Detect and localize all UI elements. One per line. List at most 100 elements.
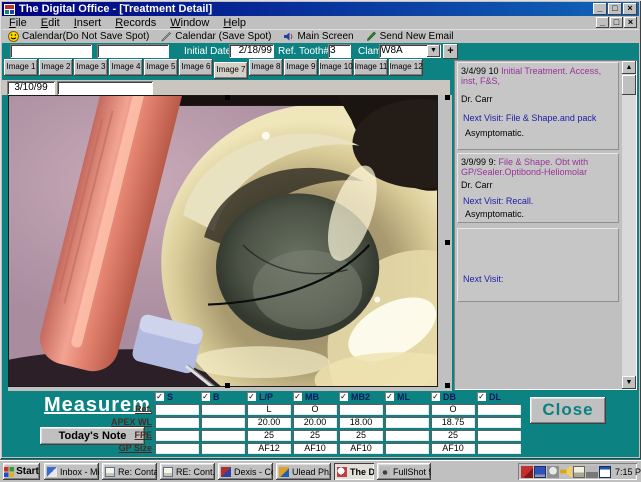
measurement-field[interactable]: 25 [293,430,337,441]
mail-tray-icon[interactable] [573,466,585,478]
taskbar-item-digital-office[interactable]: The Di... [334,463,374,480]
menu-records[interactable]: Records [108,17,163,29]
measurement-field[interactable] [385,417,429,428]
tab-image-8[interactable]: Image 8 [249,59,283,76]
tab-image-3[interactable]: Image 3 [74,59,108,76]
tab-image-4[interactable]: Image 4 [109,59,143,76]
add-clamp-button[interactable]: + [443,44,458,59]
selection-handle[interactable] [225,383,230,388]
send-email-button[interactable]: Send New Email [360,30,460,43]
taskbar-item-re-conta[interactable]: Re: Conta... [102,463,157,480]
measurement-field[interactable] [155,430,199,441]
menu-file[interactable]: File [2,17,34,29]
measurement-field[interactable]: AF10 [339,443,383,454]
checkbox-checked-icon[interactable] [431,392,440,401]
tab-image-11[interactable]: Image 11 [354,59,388,76]
measurement-field[interactable]: AF10 [293,443,337,454]
close-window-button[interactable] [623,3,637,15]
display-icon[interactable] [534,466,546,478]
image-date-field[interactable]: 3/10/99 [7,81,55,95]
tab-image-9[interactable]: Image 9 [284,59,318,76]
measurement-field[interactable] [201,417,245,428]
main-screen-button[interactable]: Main Screen [277,30,359,43]
mdi-restore-button[interactable] [610,17,623,28]
menu-help[interactable]: Help [216,17,253,29]
taskbar-item-fullshot[interactable]: FullShot 97 [377,463,431,480]
minimize-button[interactable] [593,3,607,15]
measurement-field[interactable]: 25 [247,430,291,441]
initial-date-field[interactable]: 2/18/99 [229,44,274,58]
ref-tooth-field[interactable]: 3 [328,44,351,58]
selection-handle[interactable] [445,95,450,100]
taskbar-item-inbox[interactable]: Inbox - Mi... [44,463,99,480]
tab-image-10[interactable]: Image 10 [319,59,353,76]
close-button[interactable]: Close [530,397,606,424]
measurement-field[interactable] [477,430,521,441]
checkbox-checked-icon[interactable] [385,392,394,401]
measurement-field[interactable]: L [247,404,291,415]
checkbox-checked-icon[interactable] [155,392,164,401]
checkbox-checked-icon[interactable] [339,392,348,401]
note-entry[interactable]: 3/4/99 10 Initial Treatment. Access, ins… [457,62,619,150]
tab-image-12[interactable]: Image 12 [389,59,423,76]
scrollbar-thumb[interactable] [622,75,636,95]
measurement-field[interactable]: 20.00 [247,417,291,428]
menu-edit[interactable]: Edit [34,17,67,29]
note-entry[interactable]: 3/9/99 9: File & Shape. Obt with GP/Seal… [457,153,619,223]
note-entry[interactable]: Next Visit: [457,228,619,302]
measurement-field[interactable] [477,404,521,415]
mdi-close-button[interactable] [624,17,637,28]
taskbar-item-ulead[interactable]: Ulead Ph... [276,463,331,480]
checkbox-checked-icon[interactable] [201,392,210,401]
measurement-field[interactable]: O [293,404,337,415]
scroll-down-icon[interactable] [622,376,636,389]
menu-window[interactable]: Window [163,17,216,29]
measurement-field[interactable] [201,404,245,415]
measurement-field[interactable] [201,430,245,441]
scroll-up-icon[interactable] [622,61,636,74]
selection-handle[interactable] [225,95,230,100]
notes-scrollbar[interactable] [622,61,636,389]
scanner-icon[interactable] [521,466,533,478]
selection-handle[interactable] [445,240,450,245]
checkbox-checked-icon[interactable] [293,392,302,401]
menu-insert[interactable]: Insert [67,17,109,29]
tab-image-2[interactable]: Image 2 [39,59,73,76]
mouse-icon[interactable] [547,466,559,478]
measurement-field[interactable]: O [431,404,475,415]
measurement-field[interactable]: 18.75 [431,417,475,428]
checkbox-checked-icon[interactable] [477,392,486,401]
modem-icon[interactable] [586,466,598,478]
measurement-field[interactable] [201,443,245,454]
chevron-down-icon[interactable] [427,45,440,57]
start-button[interactable]: Start [3,463,40,480]
schedule-icon[interactable] [599,466,611,478]
image-caption-field[interactable] [57,81,153,95]
measurement-field[interactable]: 20.00 [293,417,337,428]
measurement-field[interactable]: 25 [431,430,475,441]
form-field-1[interactable] [10,44,92,58]
measurement-field[interactable] [385,430,429,441]
tab-image-6[interactable]: Image 6 [179,59,213,76]
restore-button[interactable] [608,3,622,15]
tab-image-1[interactable]: Image 1 [4,59,38,76]
measurement-field[interactable]: AF12 [247,443,291,454]
form-field-2[interactable] [97,44,169,58]
measurement-field[interactable] [477,417,521,428]
measurement-field[interactable] [477,443,521,454]
measurement-field[interactable] [385,404,429,415]
calendar-no-save-button[interactable]: Calendar(Do Not Save Spot) [2,30,155,43]
measurement-field[interactable]: 18.00 [339,417,383,428]
measurement-field[interactable] [155,417,199,428]
calendar-save-button[interactable]: Calendar (Save Spot) [155,30,277,43]
tab-image-5[interactable]: Image 5 [144,59,178,76]
measurement-field[interactable]: 25 [339,430,383,441]
taskbar-item-re-cont[interactable]: RE: Cont... [160,463,215,480]
taskbar-item-dexis[interactable]: Dexis - Co... [218,463,273,480]
measurement-field[interactable]: AF10 [431,443,475,454]
measurement-field[interactable] [339,404,383,415]
measurement-field[interactable] [155,404,199,415]
checkbox-checked-icon[interactable] [247,392,256,401]
measurement-field[interactable] [385,443,429,454]
measurement-field[interactable] [155,443,199,454]
